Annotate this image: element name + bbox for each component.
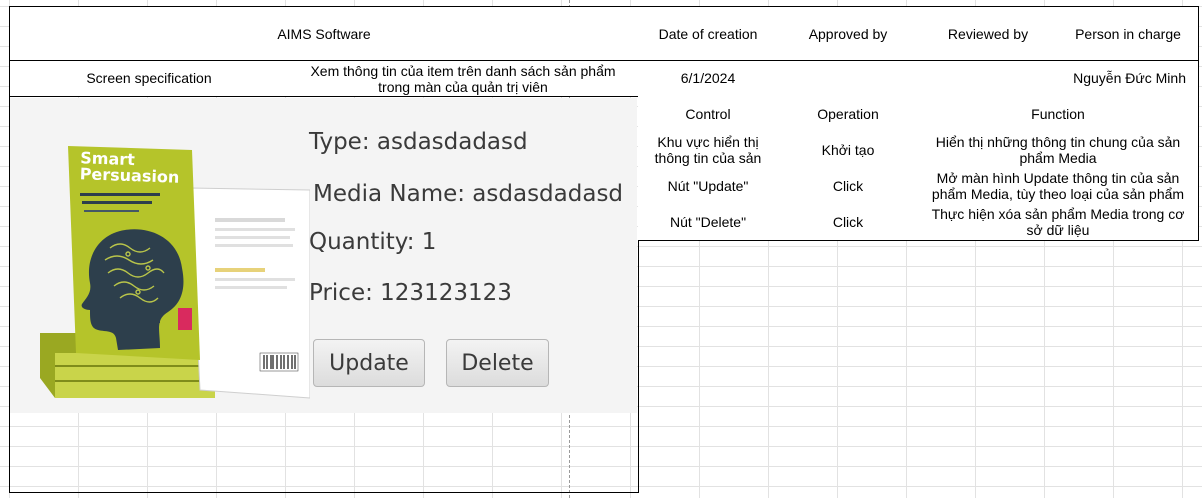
app-title: AIMS Software — [277, 25, 371, 42]
price-field: Price: 123123123 — [309, 280, 512, 306]
person-in-charge-label: Person in charge — [1075, 25, 1181, 42]
table-row-2-function[interactable]: Mở màn hình Update thông tin của sản phẩ… — [918, 168, 1199, 205]
media-name-field: Media Name: asdasdadasd — [313, 181, 624, 207]
date-value-cell[interactable]: 6/1/2024 — [638, 60, 779, 97]
delete-button[interactable]: Delete — [446, 339, 549, 387]
product-image — [40, 146, 310, 399]
update-button-label: Update — [329, 350, 409, 376]
function-header-label: Function — [1031, 105, 1085, 122]
table-row-3-operation[interactable]: Click — [778, 204, 919, 241]
approved-by-header[interactable]: Approved by — [778, 6, 919, 61]
date-of-creation-label: Date of creation — [658, 25, 758, 42]
table-row-3-function[interactable]: Thực hiện xóa sản phẩm Media trong cơ sở… — [918, 204, 1199, 241]
table-row-2-operation[interactable]: Click — [778, 168, 919, 205]
table-row-3-function-text: Thực hiện xóa sản phẩm Media trong cơ sở… — [931, 206, 1185, 238]
screen-mockup: Smart Persuasion Type: asdasdadasd Media… — [10, 98, 637, 413]
approved-by-value-cell[interactable] — [778, 60, 919, 97]
person-in-charge-header[interactable]: Person in charge — [1058, 6, 1199, 61]
table-row-1-operation[interactable]: Khởi tạo — [778, 132, 919, 169]
control-header[interactable]: Control — [638, 96, 779, 133]
table-row-3-control[interactable]: Nút "Delete" — [638, 204, 779, 241]
reviewed-by-value-cell[interactable] — [918, 60, 1059, 97]
table-row-2-control[interactable]: Nút "Update" — [638, 168, 779, 205]
table-row-3-operation-text: Click — [832, 213, 864, 230]
table-row-1-control-text: Khu vực hiển thị thông tin của sản — [654, 134, 762, 166]
screen-spec-label-cell[interactable]: Screen specification — [9, 60, 289, 97]
table-row-3-control-text: Nút "Delete" — [669, 213, 747, 230]
control-header-label: Control — [685, 105, 731, 122]
reviewed-by-label: Reviewed by — [947, 25, 1029, 42]
delete-button-label: Delete — [461, 350, 534, 376]
table-row-1-function-text: Hiển thị những thông tin chung của sản p… — [935, 134, 1181, 166]
table-row-2-operation-text: Click — [832, 177, 864, 194]
book-title-line2: Persuasion — [79, 164, 180, 187]
person-in-charge-value: Nguyễn Đức Minh — [1073, 70, 1186, 86]
person-in-charge-value-cell[interactable]: Nguyễn Đức Minh — [1058, 60, 1199, 97]
reviewed-by-header[interactable]: Reviewed by — [918, 6, 1059, 61]
quantity-field: Quantity: 1 — [309, 229, 437, 255]
table-row-1-control[interactable]: Khu vực hiển thị thông tin của sản — [638, 132, 779, 169]
table-row-2-control-text: Nút "Update" — [667, 177, 749, 194]
screen-spec-label: Screen specification — [86, 70, 212, 86]
date-value: 6/1/2024 — [680, 70, 736, 86]
approved-by-label: Approved by — [808, 25, 888, 42]
table-row-1-function[interactable]: Hiển thị những thông tin chung của sản p… — [918, 132, 1199, 169]
app-title-cell[interactable]: AIMS Software — [9, 6, 639, 61]
screen-description: Xem thông tin của item trên danh sách sả… — [310, 62, 616, 95]
operation-header-label: Operation — [817, 105, 879, 122]
table-row-1-operation-text: Khởi tạo — [821, 141, 875, 158]
screen-description-cell[interactable]: Xem thông tin của item trên danh sách sả… — [288, 60, 639, 97]
table-row-2-function-text: Mở màn hình Update thông tin của sản phẩ… — [931, 170, 1185, 202]
book-back-pages — [189, 187, 310, 399]
operation-header[interactable]: Operation — [778, 96, 919, 133]
type-field: Type: asdasdadasd — [309, 129, 528, 155]
date-of-creation-header[interactable]: Date of creation — [638, 6, 779, 61]
function-header[interactable]: Function — [918, 96, 1199, 133]
book-title: Smart Persuasion — [79, 148, 180, 187]
update-button[interactable]: Update — [313, 339, 425, 387]
